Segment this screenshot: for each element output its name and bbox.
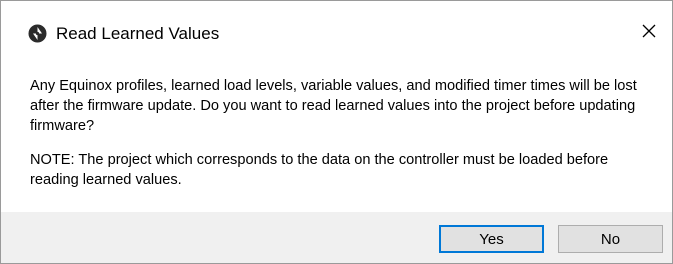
app-logo-icon xyxy=(28,24,47,43)
title-bar: Read Learned Values xyxy=(1,1,672,53)
dialog-title: Read Learned Values xyxy=(56,24,220,43)
message-area: Any Equinox profiles, learned load level… xyxy=(1,53,672,212)
message-text: Any Equinox profiles, learned load level… xyxy=(30,78,637,134)
no-button[interactable]: No xyxy=(558,225,663,253)
yes-button[interactable]: Yes xyxy=(439,225,544,253)
close-button[interactable] xyxy=(631,17,667,49)
close-icon xyxy=(642,24,656,43)
note-text: NOTE: The project which corresponds to t… xyxy=(30,152,609,188)
dialog-window: Read Learned Values Any Equinox profiles… xyxy=(0,0,673,264)
button-bar: Yes No xyxy=(1,212,672,263)
